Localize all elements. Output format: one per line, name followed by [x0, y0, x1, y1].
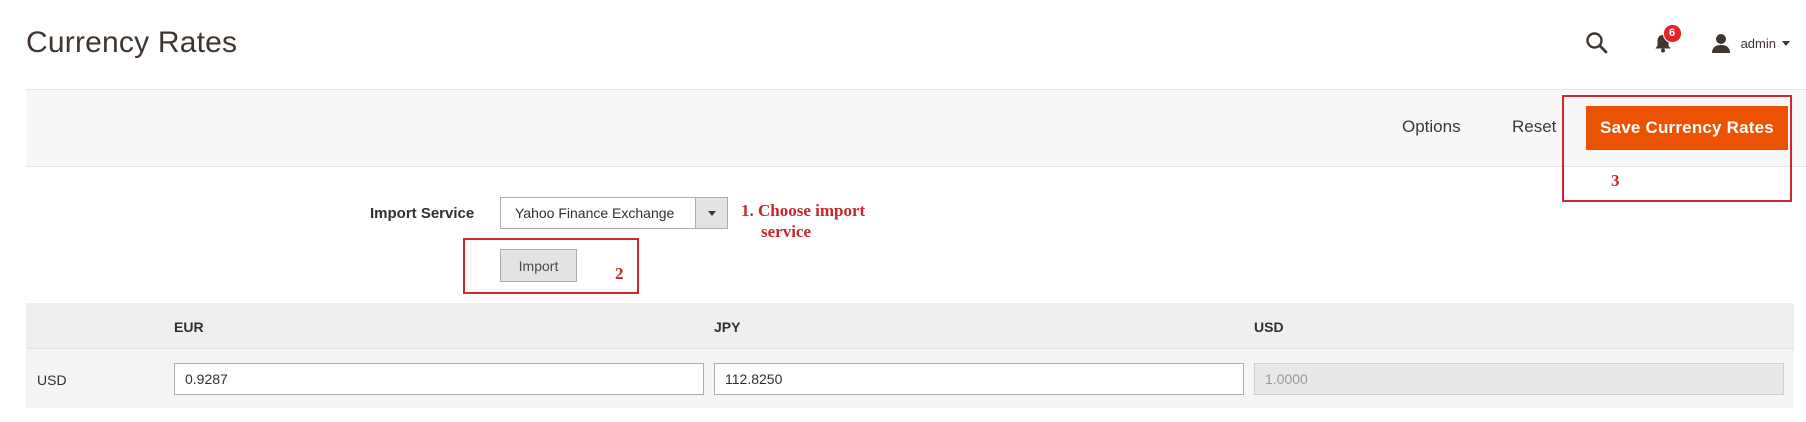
column-header-jpy: JPY	[714, 319, 741, 335]
header-tools: 6 admin	[1584, 24, 1790, 58]
user-menu[interactable]: admin	[1710, 30, 1790, 56]
column-header-eur: EUR	[174, 319, 204, 335]
annotation-step-3: 3	[1611, 171, 1620, 190]
notifications-button[interactable]: 6	[1650, 24, 1682, 56]
annotation-step-2: 2	[615, 264, 624, 283]
table-header-row: EUR JPY USD	[26, 303, 1794, 347]
annotation-box-save	[1562, 95, 1792, 202]
rate-input-usd-jpy[interactable]	[714, 363, 1244, 395]
user-icon	[1711, 34, 1730, 53]
rate-input-usd-usd	[1254, 363, 1784, 395]
column-header-usd: USD	[1254, 319, 1284, 335]
user-name: admin	[1740, 35, 1776, 51]
import-service-label: Import Service	[370, 205, 475, 222]
annotation-step-1-line1: 1. Choose import	[741, 201, 866, 220]
currency-rates-table: EUR JPY USD USD	[26, 303, 1794, 408]
annotation-step-1-line2: service	[761, 222, 812, 241]
page-title: Currency Rates	[26, 26, 238, 59]
row-base-currency: USD	[37, 372, 67, 388]
rate-input-usd-eur[interactable]	[174, 363, 704, 395]
reset-button[interactable]: Reset	[1512, 117, 1556, 137]
currency-rates-page: Currency Rates 6 admin Options Reset Sav…	[0, 0, 1806, 422]
import-service-select[interactable]: Yahoo Finance Exchange	[500, 197, 728, 229]
caret-down-icon	[1782, 40, 1790, 46]
search-icon[interactable]	[1584, 30, 1610, 56]
annotation-step-1: 1. Choose import service	[741, 200, 911, 242]
options-button[interactable]: Options	[1402, 117, 1461, 137]
annotation-box-import	[463, 238, 639, 294]
table-row: USD	[26, 348, 1794, 408]
dropdown-arrow-icon[interactable]	[695, 198, 727, 228]
notification-count-badge: 6	[1662, 24, 1682, 43]
page-actions-bar: Options Reset Save Currency Rates	[26, 89, 1806, 167]
import-service-selected-value: Yahoo Finance Exchange	[515, 205, 675, 221]
